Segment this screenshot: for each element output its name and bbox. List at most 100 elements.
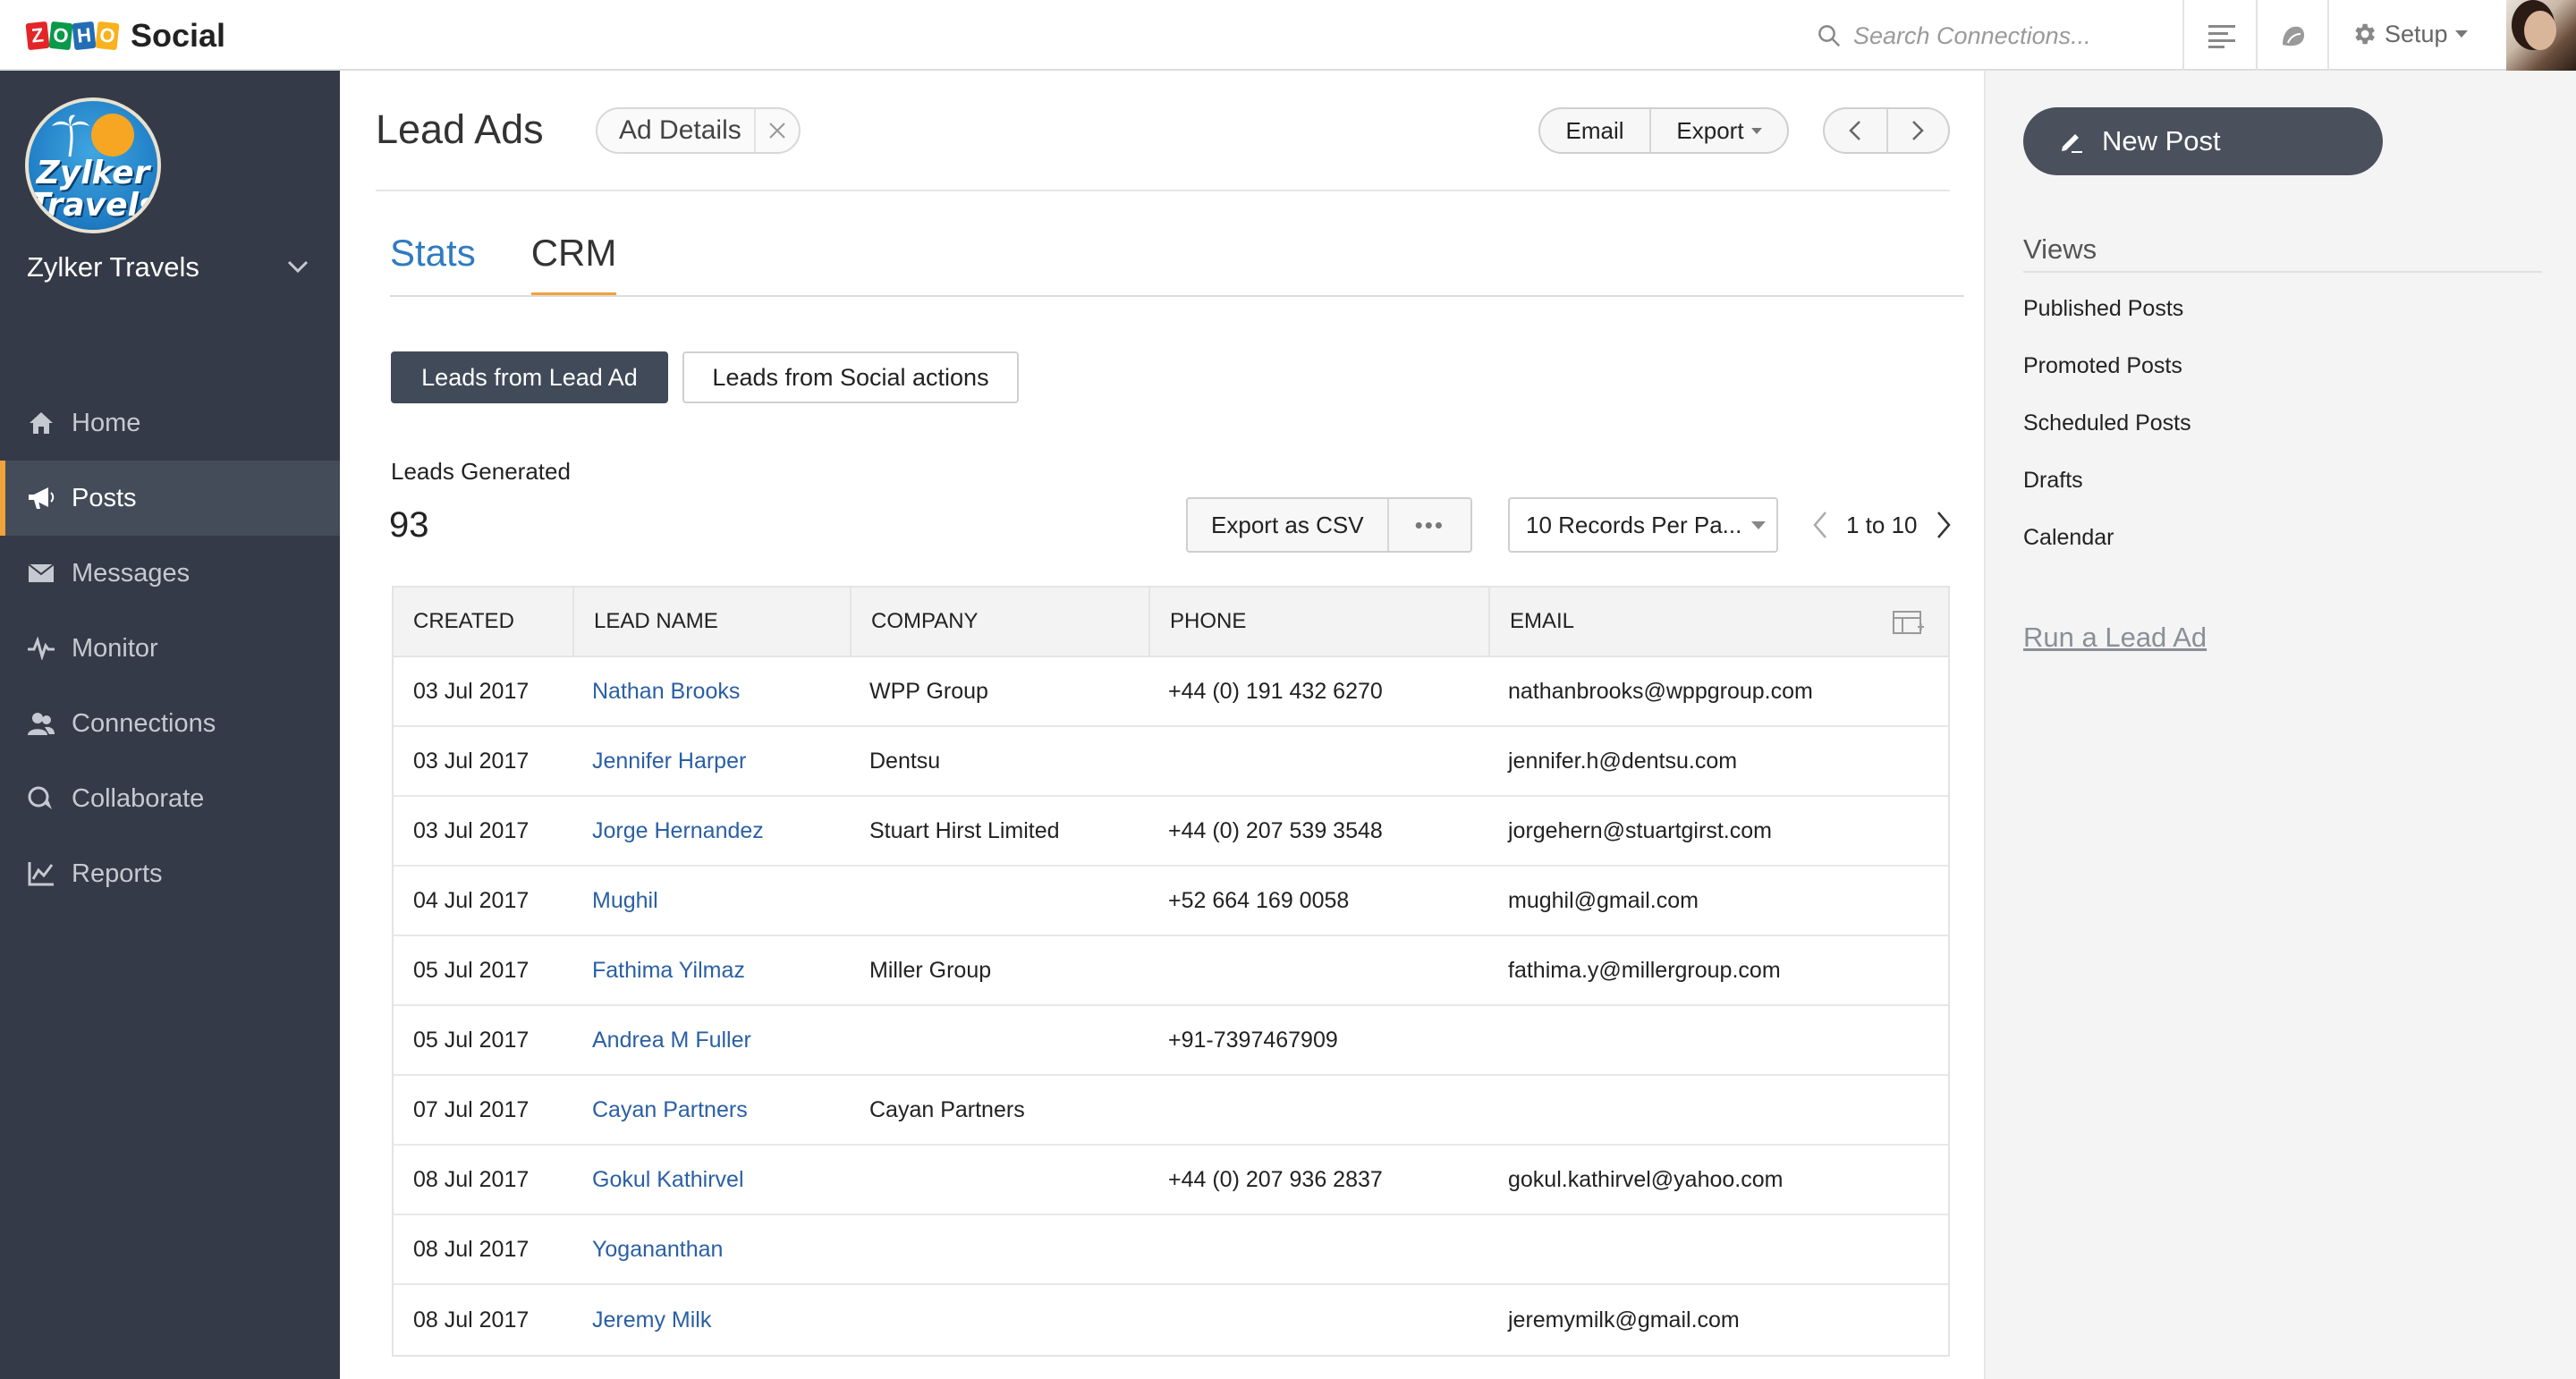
sidebar-item-posts[interactable]: Posts	[0, 461, 340, 536]
sidebar-item-reports[interactable]: Reports	[0, 836, 340, 911]
column-header-created[interactable]: CREATED	[394, 587, 572, 656]
cell-email: fathima.y@millergroup.com	[1508, 957, 1781, 983]
sidebar-nav: Home Posts Messages Monitor Connections …	[0, 385, 340, 911]
view-promoted-posts[interactable]: Promoted Posts	[2023, 353, 2191, 410]
cell-created: 05 Jul 2017	[413, 1027, 530, 1053]
sidebar: Zylker Travels Zylker Travels Home Posts…	[0, 71, 340, 1379]
new-post-label: New Post	[2102, 125, 2221, 157]
export-csv-button[interactable]: Export as CSV	[1188, 499, 1387, 551]
sidebar-item-label: Connections	[72, 708, 216, 738]
column-header-lead-name[interactable]: LEAD NAME	[572, 587, 850, 656]
leads-table: CREATED LEAD NAME COMPANY PHONE EMAIL 03…	[392, 586, 1950, 1357]
divider	[2182, 0, 2184, 71]
previous-page-button[interactable]	[1807, 507, 1834, 543]
cell-lead-name[interactable]: Jennifer Harper	[572, 749, 850, 774]
sidebar-item-label: Monitor	[72, 633, 158, 663]
envelope-icon	[27, 559, 55, 588]
email-button-label: Email	[1565, 116, 1624, 144]
sidebar-item-label: Messages	[72, 558, 191, 588]
cell-company: Cayan Partners	[869, 1096, 1025, 1122]
sidebar-item-messages[interactable]: Messages	[0, 536, 340, 611]
search-input[interactable]	[1853, 21, 2157, 50]
table-row[interactable]: 05 Jul 2017 Andrea M Fuller +91-7397467909	[394, 1006, 1948, 1076]
next-page-button[interactable]	[1930, 507, 1957, 543]
line-chart-icon	[27, 859, 55, 888]
leads-from-social-actions-button[interactable]: Leads from Social actions	[682, 351, 1019, 403]
cell-lead-name[interactable]: Jeremy Milk	[572, 1307, 850, 1333]
cell-created: 04 Jul 2017	[413, 887, 530, 913]
table-row[interactable]: 03 Jul 2017 Nathan Brooks WPP Group +44 (0)…	[394, 657, 1948, 727]
setup-label: Setup	[2385, 20, 2448, 47]
notifications-icon[interactable]	[2275, 18, 2311, 54]
cell-lead-name[interactable]: Andrea M Fuller	[572, 1028, 850, 1053]
table-row[interactable]: 03 Jul 2017 Jennifer Harper Dentsu jennifer…	[394, 727, 1948, 797]
view-drafts[interactable]: Drafts	[2023, 468, 2191, 525]
cell-lead-name[interactable]: Jorge Hernandez	[572, 818, 850, 844]
ad-details-chip[interactable]: Ad Details	[596, 107, 801, 154]
table-row[interactable]: 07 Jul 2017 Cayan Partners Cayan Partners	[394, 1076, 1948, 1146]
user-avatar[interactable]	[2506, 0, 2576, 71]
table-row[interactable]: 05 Jul 2017 Fathima Yilmaz Miller Group fat…	[394, 936, 1948, 1006]
app-name: Social	[131, 17, 226, 54]
export-button[interactable]: Export	[1649, 109, 1787, 152]
email-button[interactable]: Email	[1540, 109, 1649, 152]
search-box[interactable]	[1816, 18, 2174, 54]
app-logo[interactable]: Z O H O Social	[25, 17, 226, 54]
table-row[interactable]: 08 Jul 2017 Jeremy Milk jeremymilk@gmail.c…	[394, 1285, 1948, 1355]
sidebar-item-connections[interactable]: Connections	[0, 686, 340, 761]
chevron-down-icon[interactable]	[284, 253, 311, 280]
sidebar-item-label: Reports	[72, 859, 163, 888]
more-options-button[interactable]: •••	[1386, 499, 1470, 551]
new-post-button[interactable]: New Post	[2023, 107, 2383, 175]
leads-generated-label: Leads Generated	[391, 458, 571, 485]
view-published-posts[interactable]: Published Posts	[2023, 296, 2191, 353]
column-header-email[interactable]: EMAIL	[1488, 587, 1948, 656]
table-row[interactable]: 03 Jul 2017 Jorge Hernandez Stuart Hirst L…	[394, 797, 1948, 867]
divider	[2256, 0, 2258, 71]
column-header-company[interactable]: COMPANY	[850, 587, 1148, 656]
next-record-button[interactable]	[1885, 109, 1948, 152]
pagination: 1 to 10	[1807, 500, 1957, 550]
setup-menu[interactable]: Setup	[2351, 16, 2468, 52]
sidebar-item-collaborate[interactable]: Collaborate	[0, 761, 340, 836]
brand-logo[interactable]: Zylker Travels	[25, 97, 161, 233]
cell-lead-name[interactable]: Cayan Partners	[572, 1097, 850, 1123]
run-lead-ad-link[interactable]: Run a Lead Ad	[2023, 622, 2207, 654]
cell-lead-name[interactable]: Nathan Brooks	[572, 679, 850, 705]
view-scheduled-posts[interactable]: Scheduled Posts	[2023, 410, 2191, 468]
tabs: Stats CRM	[390, 232, 672, 297]
divider	[390, 295, 1964, 297]
cell-lead-name[interactable]: Gokul Kathirvel	[572, 1167, 850, 1193]
palm-tree-icon	[52, 114, 89, 157]
view-calendar[interactable]: Calendar	[2023, 525, 2191, 582]
cell-phone: +44 (0) 207 539 3548	[1168, 817, 1383, 843]
zoho-logo: Z O H O	[25, 21, 120, 51]
sun-icon	[91, 114, 134, 157]
divider	[2327, 0, 2329, 71]
table-row[interactable]: 08 Jul 2017 Gokul Kathirvel +44 (0) 207 93…	[394, 1146, 1948, 1215]
tab-stats[interactable]: Stats	[390, 232, 476, 297]
brand-name[interactable]: Zylker Travels	[27, 251, 199, 283]
logo-letter: O	[95, 21, 120, 51]
records-per-page-select[interactable]: 10 Records Per Pa...	[1508, 497, 1778, 553]
cell-lead-name[interactable]: Fathima Yilmaz	[572, 958, 850, 984]
close-icon[interactable]	[753, 109, 799, 152]
previous-record-button[interactable]	[1825, 109, 1886, 152]
menu-lines-icon[interactable]	[2204, 18, 2240, 54]
leads-from-lead-ad-button[interactable]: Leads from Lead Ad	[391, 351, 668, 403]
cell-email: mughil@gmail.com	[1508, 887, 1699, 913]
cell-lead-name[interactable]: Mughil	[572, 888, 850, 914]
sidebar-item-home[interactable]: Home	[0, 385, 340, 461]
tab-crm[interactable]: CRM	[530, 232, 616, 297]
table-row[interactable]: 04 Jul 2017 Mughil +52 664 169 0058 mughil@…	[394, 867, 1948, 936]
chevron-right-icon	[1912, 121, 1925, 140]
column-header-phone[interactable]: PHONE	[1148, 587, 1488, 656]
table-row[interactable]: 08 Jul 2017 Yogananthan	[394, 1215, 1948, 1285]
cell-email: jorgehern@stuartgirst.com	[1508, 817, 1772, 843]
sidebar-item-monitor[interactable]: Monitor	[0, 611, 340, 686]
column-settings-icon[interactable]	[1893, 609, 1925, 636]
cell-created: 03 Jul 2017	[413, 817, 530, 843]
cell-company: Dentsu	[869, 748, 941, 774]
cell-lead-name[interactable]: Yogananthan	[572, 1237, 850, 1263]
chip-label: Ad Details	[619, 115, 741, 145]
